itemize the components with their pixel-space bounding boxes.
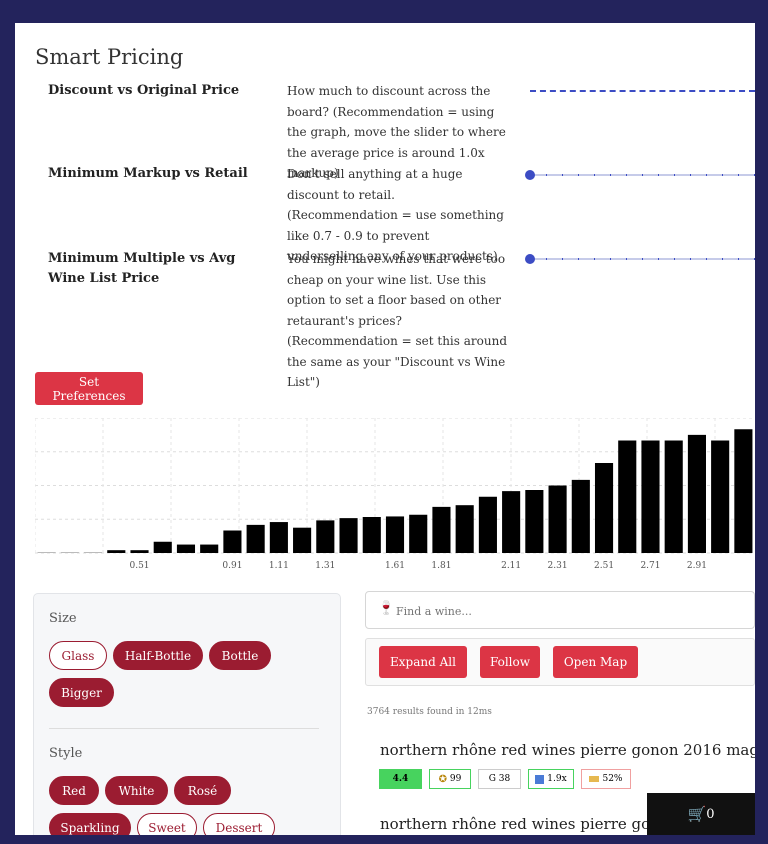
min-markup-slider[interactable] <box>525 170 755 180</box>
chart-bar <box>246 524 265 553</box>
chart-bar <box>293 527 312 553</box>
pref-label: Minimum Markup vs Retail <box>48 166 248 181</box>
cart-button[interactable]: 🛒 0 <box>647 793 755 835</box>
follow-button[interactable]: Follow <box>480 646 540 678</box>
tag-icon <box>589 776 600 782</box>
chart-bar <box>664 440 683 553</box>
chart-tick-label: 1.81 <box>431 561 451 571</box>
size-bottle-pill[interactable]: Bottle <box>209 641 271 670</box>
chart-bar <box>711 440 730 553</box>
chart-bar <box>223 530 242 553</box>
wine-result-title[interactable]: northern rhône red wines pierre gonon 20… <box>380 741 755 759</box>
chart-bar <box>130 550 149 553</box>
open-map-button[interactable]: Open Map <box>553 646 638 678</box>
size-half-bottle-pill[interactable]: Half-Bottle <box>113 641 203 670</box>
chart-tick-label: 1.31 <box>315 561 335 571</box>
markup-badge: 1.9x <box>528 769 574 789</box>
chart-bar <box>734 429 753 553</box>
chart-tick-label: 2.91 <box>687 561 707 571</box>
chart-bar <box>269 522 288 553</box>
size-bigger-pill[interactable]: Bigger <box>49 678 114 707</box>
expand-all-button[interactable]: Expand All <box>379 646 467 678</box>
wine-glass-icon: 🍷 <box>378 601 395 616</box>
critic-score-badge: ✪ 99 <box>429 769 471 789</box>
discount-badge: 52% <box>581 769 631 789</box>
grade-badge: G 38 <box>478 769 521 789</box>
chart-bar <box>200 544 219 553</box>
style-rose-pill[interactable]: Rosé <box>174 776 231 805</box>
chart-bar <box>107 550 126 553</box>
chart-bar <box>455 505 474 553</box>
wine-search-box: 🍷 <box>365 591 755 629</box>
cart-count: 0 <box>706 806 715 822</box>
chart-tick-label: 2.51 <box>594 561 614 571</box>
chart-tick-label: 0.91 <box>222 561 242 571</box>
wine-result-title[interactable]: northern rhône red wines pierre gonon <box>380 815 679 833</box>
size-filter-title: Size <box>49 611 77 626</box>
page-title: Smart Pricing <box>35 45 184 69</box>
style-filter-title: Style <box>49 746 83 761</box>
chart-bar <box>316 520 335 553</box>
chart-bar <box>176 544 196 553</box>
style-sweet-pill[interactable]: Sweet <box>137 813 197 835</box>
set-preferences-button[interactable]: Set Preferences <box>35 372 143 405</box>
cart-icon: 🛒 <box>687 805 707 823</box>
chart-tick-label: 0.51 <box>129 561 149 571</box>
filters-panel: Size Glass Half-Bottle Bottle Bigger Sty… <box>33 593 341 835</box>
wine-search-input[interactable] <box>394 600 748 622</box>
min-multiple-slider[interactable] <box>525 254 755 264</box>
markup-histogram: 0.51 0.91 1.11 1.31 1.61 1.81 2.11 2.31 2.51 2.71… <box>35 418 755 571</box>
chart-bar <box>502 491 521 553</box>
chart-bar <box>525 490 544 553</box>
chart-bar <box>478 496 497 553</box>
chart-bar <box>618 440 637 553</box>
pref-description: You might have wines that were too cheap… <box>287 252 507 389</box>
smart-pricing-panel: Smart Pricing Discount vs Original Price… <box>15 23 755 835</box>
pref-label: Discount vs Original Price <box>48 83 240 98</box>
style-white-pill[interactable]: White <box>105 776 168 805</box>
rating-badge: 4.4 <box>379 769 422 789</box>
pref-label: Minimum Multiple vs Avg Wine List Price <box>48 251 236 286</box>
chart-bar <box>432 506 451 553</box>
slider-thumb[interactable] <box>525 254 535 264</box>
chart-bar <box>60 552 79 553</box>
chart-bar <box>153 541 172 553</box>
chart-tick-label: 2.11 <box>501 561 521 571</box>
chart-bar <box>385 516 405 553</box>
slider-thumb[interactable] <box>525 170 535 180</box>
chart-bar <box>409 514 428 553</box>
chart-bar <box>687 434 706 553</box>
chart-tick-label: 1.61 <box>385 561 405 571</box>
chart-tick-label: 2.71 <box>640 561 660 571</box>
chart-bar <box>548 485 567 553</box>
chart-tick-label: 1.11 <box>269 561 289 571</box>
chart-tick-label: 2.31 <box>548 561 568 571</box>
chart-bar <box>84 552 103 553</box>
style-sparkling-pill[interactable]: Sparkling <box>49 813 131 835</box>
results-toolbar: Expand All Follow Open Map <box>365 638 755 686</box>
chart-bar <box>339 518 358 553</box>
filter-divider <box>49 728 319 729</box>
chart-icon <box>535 774 545 784</box>
chart-bar <box>594 463 614 553</box>
style-dessert-pill[interactable]: Dessert <box>203 813 275 835</box>
discount-slider[interactable] <box>530 90 755 92</box>
chart-bar <box>37 552 56 553</box>
critic-icon: ✪ <box>438 773 448 785</box>
chart-bar <box>362 517 381 553</box>
size-glass-pill[interactable]: Glass <box>49 641 107 670</box>
results-count: 3764 results found in 12ms <box>367 707 492 717</box>
chart-bar <box>641 440 660 553</box>
chart-bar <box>571 479 590 553</box>
style-red-pill[interactable]: Red <box>49 776 99 805</box>
